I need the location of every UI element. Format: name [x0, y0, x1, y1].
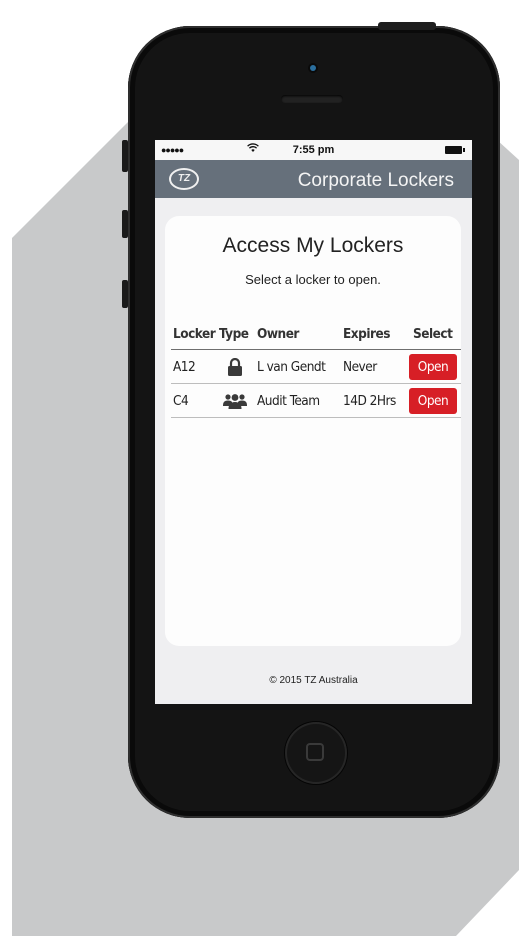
expires-value: 14D 2Hrs — [343, 393, 396, 409]
expires-value: Never — [343, 359, 377, 375]
page-subtitle: Select a locker to open. — [245, 272, 381, 287]
table-row: A12 L van Gendt Never Open — [171, 350, 461, 384]
phone-screen: ●●●●● 7:55 pm TZ Corporate Lockers Acces… — [155, 140, 472, 704]
table-row: C4 Audit Team 14D 2Hrs Open — [171, 384, 461, 418]
header-type: Type — [219, 326, 249, 342]
status-bar: ●●●●● 7:55 pm — [155, 140, 472, 160]
page-title: Access My Lockers — [222, 234, 404, 257]
mute-switch — [122, 140, 128, 172]
header-expires: Expires — [343, 326, 390, 342]
locker-id: C4 — [173, 393, 189, 409]
header-owner: Owner — [257, 326, 299, 342]
volume-up-button — [122, 210, 128, 238]
tz-logo[interactable]: TZ — [169, 168, 199, 190]
power-button — [378, 22, 436, 30]
earpiece-speaker — [281, 95, 343, 103]
locker-id: A12 — [173, 359, 196, 375]
battery-icon — [445, 146, 465, 154]
volume-down-button — [122, 280, 128, 308]
front-camera — [310, 65, 316, 71]
home-button[interactable] — [285, 722, 347, 784]
lockers-table: Locker Type Owner Expires Select A12 L v… — [171, 317, 461, 418]
owner-name: Audit Team — [257, 393, 320, 409]
app-title: Corporate Lockers — [297, 170, 454, 191]
app-header: TZ Corporate Lockers — [155, 160, 472, 198]
table-header: Locker Type Owner Expires Select — [171, 317, 461, 350]
copyright-footer: © 2015 TZ Australia — [269, 675, 358, 686]
group-icon — [223, 393, 247, 409]
header-locker: Locker — [173, 326, 216, 342]
lockers-card: Access My Lockers Select a locker to ope… — [165, 216, 461, 646]
home-square-icon — [306, 743, 324, 761]
open-button[interactable]: Open — [409, 388, 457, 414]
open-button[interactable]: Open — [409, 354, 457, 380]
status-time: 7:55 pm — [292, 144, 335, 156]
header-select: Select — [413, 326, 453, 342]
lock-icon — [227, 357, 243, 376]
owner-name: L van Gendt — [257, 359, 326, 375]
